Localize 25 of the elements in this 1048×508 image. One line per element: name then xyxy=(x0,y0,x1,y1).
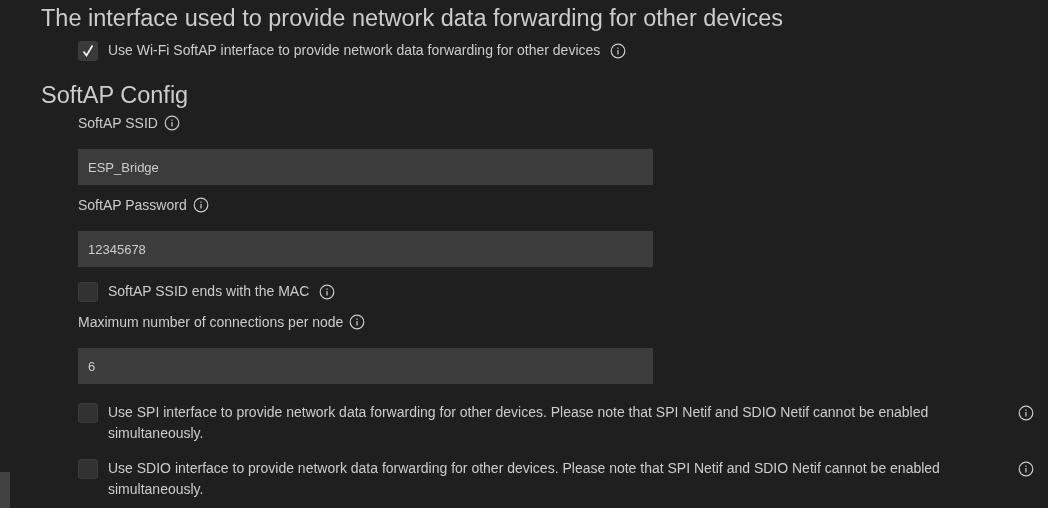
info-icon[interactable] xyxy=(1018,405,1034,421)
checkbox[interactable] xyxy=(78,459,98,479)
input-field[interactable]: 6 xyxy=(78,348,653,384)
checkbox[interactable] xyxy=(78,403,98,423)
checkbox-label: Use SPI interface to provide network data forwarding for other devices. Please note that SPI Netif and SDIO Netif cannot be enabled simultaneously. xyxy=(108,403,930,443)
section-heading: The interface used to provide network data forwarding for other devices xyxy=(41,4,784,32)
input-field[interactable]: 12345678 xyxy=(78,231,653,267)
info-icon[interactable] xyxy=(349,314,366,330)
info-icon[interactable] xyxy=(163,115,180,131)
section-heading: SoftAP Config xyxy=(41,81,190,109)
info-icon[interactable] xyxy=(610,43,627,59)
checkbox[interactable] xyxy=(78,41,98,61)
checkbox-label: Use SDIO interface to provide network data forwarding for other devices. Please note that SPI Netif and SDIO Netif cannot be enabled simultaneously. xyxy=(108,459,941,499)
info-icon[interactable] xyxy=(1018,461,1034,477)
checkbox-label: SoftAP SSID ends with the MAC xyxy=(108,282,310,301)
checkbox-label: Use Wi-Fi SoftAP interface to provide network data forwarding for other devices xyxy=(108,41,601,60)
info-icon[interactable] xyxy=(192,197,209,213)
field-label: Maximum number of connections per node xyxy=(78,313,344,332)
input-field[interactable]: ESP_Bridge xyxy=(78,149,653,185)
field-label: SoftAP SSID xyxy=(78,114,158,133)
scrollbar-thumb[interactable] xyxy=(0,472,10,508)
info-icon[interactable] xyxy=(319,284,336,300)
field-label: SoftAP Password xyxy=(78,196,187,215)
check-icon xyxy=(81,44,95,58)
checkbox[interactable] xyxy=(78,282,98,302)
